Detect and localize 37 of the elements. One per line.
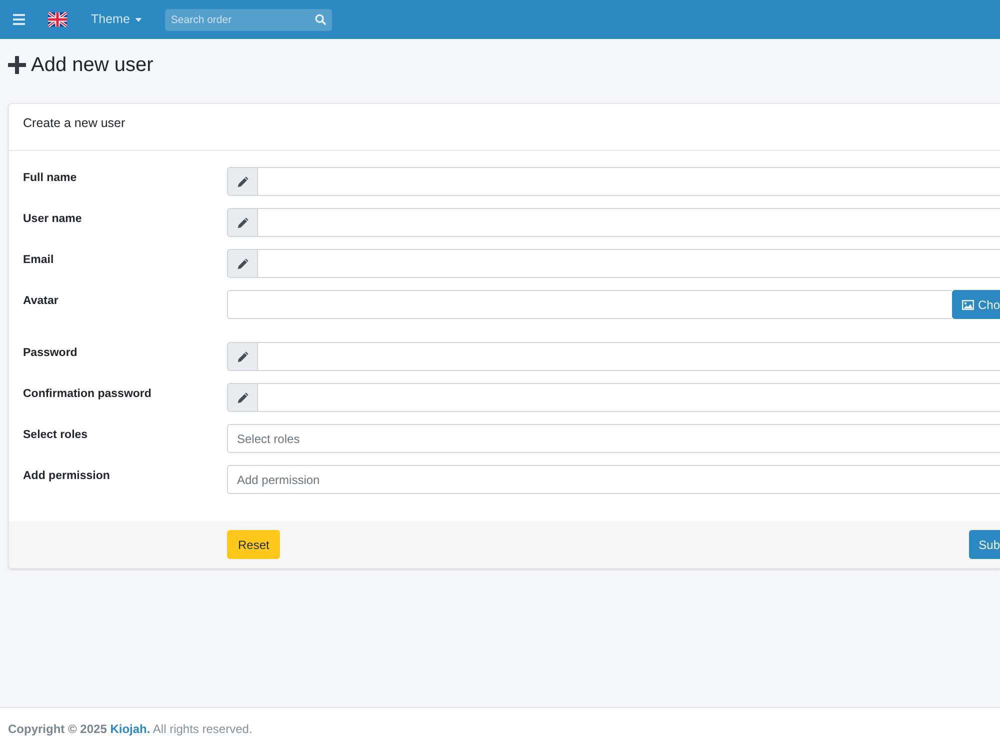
input-field[interactable]: [258, 383, 1000, 412]
field-label: Email: [23, 253, 55, 268]
card-header: Create a new user: [9, 104, 1000, 151]
copyright-text: Copyright © 2025 Kiojah. All rights reserved.: [8, 721, 252, 738]
menu-icon: [13, 14, 25, 25]
search-icon: [314, 14, 326, 24]
company-link[interactable]: Kiojah.: [110, 722, 150, 736]
input-field[interactable]: [258, 249, 1000, 278]
choose-button[interactable]: Cho: [952, 290, 1000, 319]
field-label: Confirmation password: [23, 387, 152, 402]
search-button[interactable]: [314, 14, 326, 24]
field-label: Full name: [23, 171, 78, 186]
pencil-icon: [236, 350, 248, 362]
input-field[interactable]: [258, 167, 1000, 196]
caret-icon: [134, 18, 142, 22]
pencil-icon: [236, 258, 248, 270]
input-field[interactable]: [258, 208, 1000, 237]
input-field[interactable]: [258, 342, 1000, 371]
select-field[interactable]: Select roles: [227, 424, 1000, 453]
submit-button[interactable]: Sub: [968, 530, 1000, 559]
menu-button[interactable]: [13, 14, 25, 25]
pencil-icon: [236, 392, 248, 404]
reset-button[interactable]: Reset: [227, 530, 280, 559]
field-label: Select roles: [23, 428, 89, 443]
theme-dropdown[interactable]: Theme: [91, 10, 142, 29]
flag-icon[interactable]: [48, 12, 67, 27]
field-label: Password: [23, 346, 78, 361]
field-label: User name: [23, 212, 83, 227]
page-title: Add new user: [31, 52, 154, 76]
field-label: Add permission: [23, 469, 111, 484]
file-field[interactable]: [227, 290, 952, 319]
pencil-icon: [236, 176, 248, 188]
pencil-icon: [236, 216, 248, 228]
plus-icon: [8, 56, 26, 74]
select-field[interactable]: Add permission: [227, 465, 1000, 494]
image-icon: [962, 300, 974, 310]
field-label: Avatar: [23, 294, 60, 309]
